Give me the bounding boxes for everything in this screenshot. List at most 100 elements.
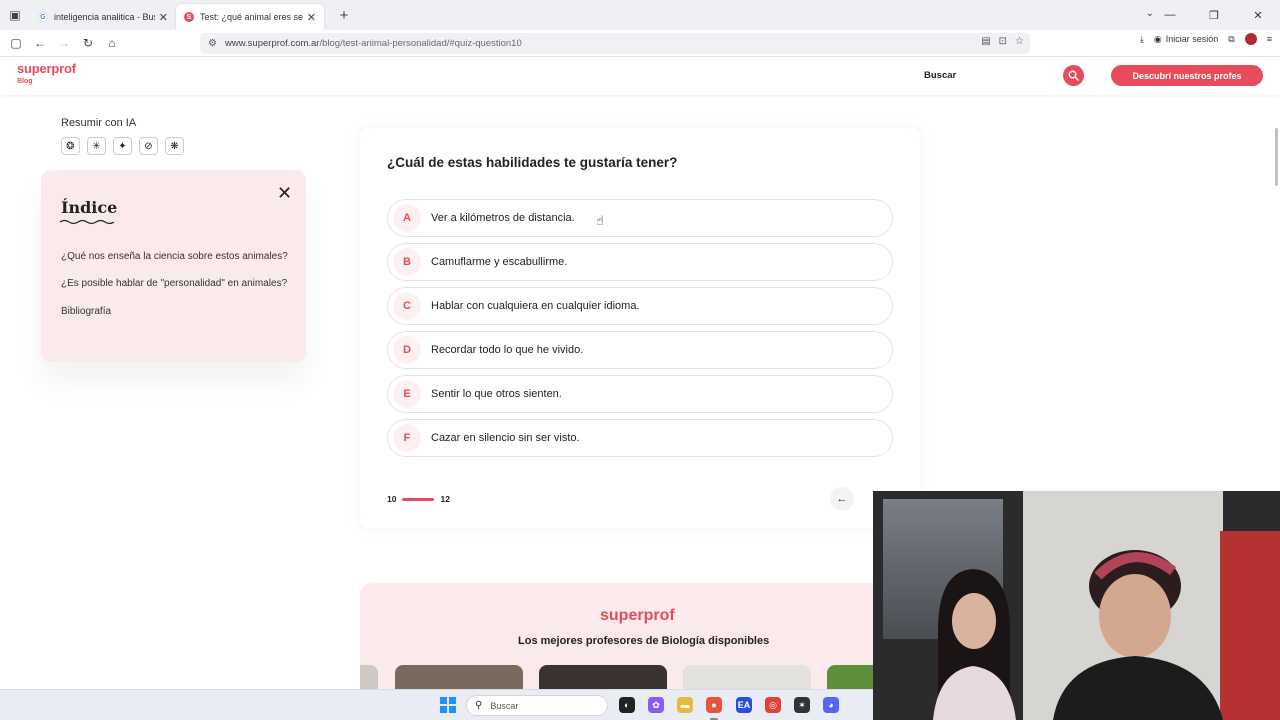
toc-title: Índice — [61, 198, 118, 217]
quiz-progress: 10 12 — [387, 494, 450, 504]
ai-summary-buttons: ❂ ✳ ✦ ⊘ ❋ — [61, 137, 184, 155]
toc-link[interactable]: ¿Qué nos enseña la ciencia sobre estos a… — [61, 251, 288, 262]
app-icon-2[interactable]: ✶ — [794, 697, 810, 713]
teachers-section: superprof Los mejores profesores de Biol… — [360, 583, 880, 693]
workspaces-icon[interactable]: ▣ — [0, 0, 30, 30]
toc-underline-wave — [60, 219, 114, 225]
firefox-icon[interactable]: ● — [706, 697, 722, 713]
discover-teachers-button[interactable]: Descubrí nuestros profes — [1111, 65, 1263, 86]
reload-icon[interactable]: ↻ — [76, 31, 100, 55]
quiz-question: ¿Cuál de estas habilidades te gustaría t… — [387, 155, 678, 170]
option-text: Ver a kilómetros de distancia. — [431, 212, 575, 224]
teachers-heading: Los mejores profesores de Biología dispo… — [518, 635, 770, 647]
option-letter: D — [393, 336, 421, 364]
window-controls: — ❐ ✕ — [1148, 0, 1280, 30]
forward-icon[interactable]: → — [52, 31, 76, 55]
signin-label: Iniciar sesión — [1165, 34, 1219, 44]
option-text: Camuflarme y escabullirme. — [431, 256, 568, 268]
quiz-option-f[interactable]: F Cazar en silencio sin ser visto. — [387, 419, 893, 457]
progress-current: 10 — [387, 494, 397, 504]
windows-start-icon[interactable] — [440, 697, 456, 713]
option-text: Hablar con cualquiera en cualquier idiom… — [431, 300, 640, 312]
progress-bar — [402, 497, 435, 501]
address-bar[interactable]: ⚙ www.superprof.com.ar /blog/test-animal… — [200, 33, 1030, 54]
table-of-contents: Índice ✕ ¿Qué nos enseña la ciencia sobr… — [41, 170, 306, 362]
option-text: Sentir lo que otros sienten. — [431, 388, 562, 400]
progress-total: 12 — [440, 494, 450, 504]
os-taskbar: ⚲ Buscar ◐ ✿ ▬ ● EA ◎ ✶ ◕ — [0, 689, 873, 720]
grok-icon[interactable]: ⊘ — [139, 137, 158, 155]
quiz-card — [360, 128, 920, 528]
account-icon: ◉ — [1153, 33, 1162, 44]
close-tab-icon[interactable]: ✕ — [307, 11, 316, 24]
signin-button[interactable]: ◉ Iniciar sesión — [1154, 34, 1218, 45]
browser-tab-bar: ▣ G inteligencia analitica - Buscar co ✕… — [0, 0, 1280, 30]
taskbar-search-placeholder: Buscar — [490, 700, 519, 711]
browser-nav-bar: ▢ ← → ↻ ⌂ ⚙ www.superprof.com.ar /blog/t… — [0, 30, 1280, 57]
search-button[interactable] — [1063, 65, 1084, 86]
new-tab-button[interactable]: + — [334, 7, 354, 24]
downloads-icon[interactable]: ⤓ — [1140, 34, 1144, 45]
quiz-option-b[interactable]: B Camuflarme y escabullirme. — [387, 243, 893, 281]
search-icon — [1068, 70, 1079, 81]
toc-link[interactable]: Bibliografía — [61, 306, 111, 317]
menu-icon[interactable]: ≡ — [1267, 34, 1272, 44]
hand-cursor-icon: ☝ — [596, 213, 604, 228]
home-icon[interactable]: ⌂ — [100, 31, 124, 55]
page-scrollbar[interactable] — [1275, 128, 1278, 186]
option-letter: C — [393, 292, 421, 320]
summarize-label: Resumir con IA — [61, 117, 137, 129]
toc-link[interactable]: ¿Es posible hablar de "personalidad" en … — [61, 278, 287, 289]
webcam-person-right — [1053, 550, 1223, 720]
maximize-icon[interactable]: ❐ — [1192, 9, 1236, 22]
gemini-icon[interactable]: ✦ — [113, 137, 132, 155]
option-text: Cazar en silencio sin ser visto. — [431, 432, 580, 444]
quiz-option-e[interactable]: E Sentir lo que otros sienten. — [387, 375, 893, 413]
quiz-option-d[interactable]: D Recordar todo lo que he vivido. — [387, 331, 893, 369]
option-letter: A — [393, 204, 421, 232]
claude-icon[interactable]: ✳ — [87, 137, 106, 155]
minimize-icon[interactable]: — — [1148, 9, 1192, 21]
tab-title: inteligencia analitica - Buscar co — [54, 12, 155, 22]
extensions-icon[interactable]: ⧉ — [1228, 34, 1234, 45]
toolbar-right: ⤓ ◉ Iniciar sesión ⧉ ≡ — [1140, 33, 1272, 45]
app-icon-1[interactable]: ◐ — [619, 697, 635, 713]
url-host: www.superprof.com.ar — [224, 38, 320, 49]
url-path: /blog/test-animal-personalidad/#quiz-que… — [319, 38, 522, 49]
ea-app-icon[interactable]: EA — [736, 697, 752, 713]
search-icon: ⚲ — [475, 700, 483, 711]
tab-google-search[interactable]: G inteligencia analitica - Buscar co ✕ — [30, 4, 176, 30]
copilot-icon[interactable]: ✿ — [648, 697, 664, 713]
close-icon[interactable]: ✕ — [277, 183, 292, 204]
reader-view-icon[interactable]: ▤ — [981, 36, 990, 47]
site-logo-sub: Blog — [17, 78, 33, 85]
file-explorer-icon[interactable]: ▬ — [677, 697, 693, 713]
perplexity-icon[interactable]: ❋ — [165, 137, 184, 155]
save-icon[interactable]: ⊡ — [999, 36, 1007, 47]
search-label[interactable]: Buscar — [924, 70, 956, 81]
tab-superprof-quiz[interactable]: S Test: ¿qué animal eres según tu ✕ — [176, 4, 324, 30]
site-logo[interactable]: superprof — [17, 61, 76, 76]
back-icon[interactable]: ← — [28, 31, 52, 55]
quiz-option-c[interactable]: C Hablar con cualquiera en cualquier idi… — [387, 287, 893, 325]
webcam-overlay — [873, 491, 1280, 720]
discord-icon[interactable]: ◕ — [823, 697, 839, 713]
google-icon: G — [38, 12, 48, 22]
tab-title: Test: ¿qué animal eres según tu — [200, 12, 303, 22]
chrome-icon[interactable]: ◎ — [765, 697, 781, 713]
superprof-icon: S — [184, 12, 194, 22]
profile-extension-icon[interactable] — [1244, 33, 1257, 45]
quiz-option-a[interactable]: A Ver a kilómetros de distancia. — [387, 199, 893, 237]
taskbar-search[interactable]: ⚲ Buscar — [466, 695, 608, 716]
webcam-person-left — [933, 569, 1016, 720]
site-info-icon[interactable]: ⚙ — [208, 38, 217, 49]
bookmark-star-icon[interactable]: ☆ — [1015, 36, 1024, 47]
sidebar-toggle-icon[interactable]: ▢ — [4, 31, 28, 55]
option-text: Recordar todo lo que he vivido. — [431, 344, 584, 356]
option-letter: B — [393, 248, 421, 276]
chatgpt-icon[interactable]: ❂ — [61, 137, 80, 155]
close-window-icon[interactable]: ✕ — [1236, 9, 1280, 22]
option-letter: E — [393, 380, 421, 408]
close-tab-icon[interactable]: ✕ — [159, 11, 168, 24]
previous-question-button[interactable]: ← — [830, 487, 854, 511]
